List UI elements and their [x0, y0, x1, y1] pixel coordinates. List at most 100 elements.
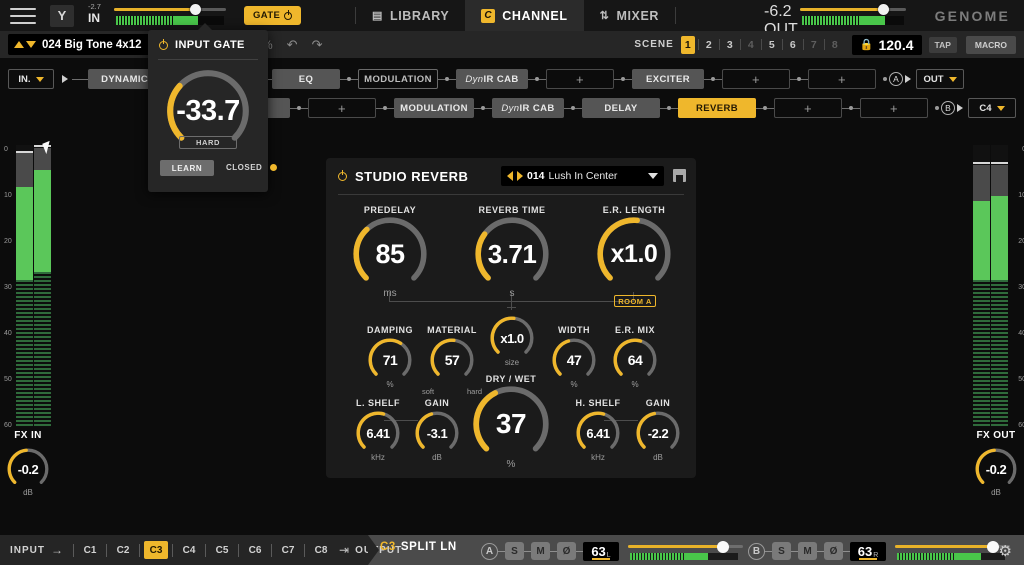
input-slider[interactable] — [114, 5, 226, 13]
power-icon[interactable] — [338, 172, 347, 181]
solo-b-button[interactable]: S — [772, 542, 791, 560]
undo-icon[interactable]: ↶ — [287, 37, 298, 53]
er-mix-knob[interactable]: E.R. MIX 64% — [599, 325, 671, 389]
phase-a-button[interactable]: Ø — [557, 542, 576, 560]
chain-output-selector[interactable]: OUT — [916, 69, 964, 89]
solo-a-button[interactable]: S — [505, 542, 524, 560]
channel-button-c5[interactable]: C5 — [210, 541, 234, 559]
learn-button[interactable]: LEARN — [160, 160, 214, 176]
pan-a-value[interactable]: 63 L — [583, 542, 619, 561]
fader-b[interactable] — [895, 541, 1010, 561]
l-gain-knob[interactable]: GAIN -3.1dB — [402, 398, 472, 462]
bpm-display[interactable]: 🔒 120.4 — [852, 35, 922, 55]
size-knob[interactable]: x1.0size — [489, 313, 535, 367]
pan-b-value[interactable]: 63 R — [850, 542, 886, 561]
preset-up-icon[interactable] — [14, 41, 24, 48]
channel-button-c8[interactable]: C8 — [309, 541, 333, 559]
scene-button-1[interactable]: 1 — [681, 36, 695, 54]
chain-slot-reverb[interactable]: REVERB — [678, 98, 756, 118]
fx-out-knob[interactable]: -0.2dB — [972, 445, 1020, 497]
preset-selector[interactable]: 024 Big Tone 4x12 — [8, 34, 150, 55]
chain-slot-exciter[interactable]: EXCITER — [632, 69, 704, 89]
knob-dial[interactable]: -3.1 — [414, 410, 460, 456]
output-level-control[interactable]: -6.2 OUT — [764, 3, 914, 29]
knob-dial[interactable]: 71 — [367, 337, 413, 383]
chain-slot--[interactable]: + — [722, 69, 790, 89]
chain-slot-eq[interactable]: EQ — [272, 69, 340, 89]
h-gain-knob[interactable]: GAIN -2.2dB — [623, 398, 693, 462]
knob-dial[interactable]: -0.2 — [6, 447, 50, 491]
knob-dial[interactable]: 6.41 — [355, 410, 401, 456]
channel-button-c1[interactable]: C1 — [78, 541, 102, 559]
knob-dial[interactable]: 64 — [612, 337, 658, 383]
scene-button-7[interactable]: 7 — [807, 36, 821, 54]
gate-button[interactable]: GATE — [244, 6, 301, 25]
chain-slot-dynir-cab[interactable]: DynIR CAB — [456, 69, 528, 89]
chain-slot-modulation[interactable]: MODULATION — [358, 69, 438, 89]
chain-slot--[interactable]: + — [860, 98, 928, 118]
knob-dial[interactable]: 37 — [473, 386, 549, 462]
hamburger-icon[interactable] — [10, 8, 36, 24]
chain-slot--[interactable]: + — [546, 69, 614, 89]
scene-button-6[interactable]: 6 — [786, 36, 800, 54]
fx-in-knob[interactable]: -0.2dB — [4, 445, 52, 497]
reverb-time-knob[interactable]: REVERB TIME 3.71s — [473, 205, 551, 299]
scene-button-5[interactable]: 5 — [765, 36, 779, 54]
redo-icon[interactable]: ↷ — [312, 37, 323, 53]
tab-mixer[interactable]: ⇅ MIXER — [584, 0, 675, 31]
channel-button-c3[interactable]: C3 — [144, 541, 168, 559]
chain-slot-delay[interactable]: DELAY — [582, 98, 660, 118]
power-icon[interactable] — [159, 41, 168, 50]
output-slider-knob[interactable] — [878, 4, 889, 15]
fader-a[interactable] — [628, 541, 743, 561]
knob-dial[interactable]: 6.41 — [575, 410, 621, 456]
knob-dial[interactable]: 85 — [353, 217, 427, 291]
channel-button-c7[interactable]: C7 — [276, 541, 300, 559]
preset-down-icon[interactable] — [26, 41, 36, 48]
mute-b-button[interactable]: M — [798, 542, 817, 560]
plugin-preset-selector[interactable]: 014 Lush In Center — [501, 166, 664, 186]
knob-dial[interactable]: -2.2 — [635, 410, 681, 456]
fader-b-knob[interactable] — [987, 541, 999, 553]
mute-a-button[interactable]: M — [531, 542, 550, 560]
phase-b-button[interactable]: Ø — [824, 542, 843, 560]
tab-library[interactable]: ▤ LIBRARY — [356, 0, 465, 31]
scene-button-2[interactable]: 2 — [702, 36, 716, 54]
er-length-knob[interactable]: E.R. LENGTH x1.0 ROOM A — [595, 205, 673, 291]
tap-button[interactable]: TAP — [929, 37, 957, 53]
chain-output-selector[interactable]: C4 — [968, 98, 1016, 118]
knob-dial[interactable]: 47 — [551, 337, 597, 383]
chain-slot--[interactable]: + — [808, 69, 876, 89]
channel-button-c6[interactable]: C6 — [243, 541, 267, 559]
scene-button-4[interactable]: 4 — [744, 36, 758, 54]
input-slider-knob[interactable] — [190, 4, 201, 15]
scene-button-8[interactable]: 8 — [828, 36, 842, 54]
dry-wet-knob[interactable]: DRY / WET 37% — [471, 374, 551, 470]
tab-channel[interactable]: C CHANNEL — [465, 0, 583, 31]
save-icon[interactable] — [673, 169, 686, 182]
predelay-knob[interactable]: PREDELAY 85ms — [351, 205, 429, 299]
knob-dial[interactable]: x1.0 — [597, 217, 671, 291]
bus-marker-a[interactable]: A — [889, 72, 903, 86]
chain-slot-dynir-cab[interactable]: DynIR CAB — [492, 98, 564, 118]
knob-dial[interactable]: x1.0 — [489, 315, 535, 361]
preset-next-icon[interactable] — [517, 171, 523, 181]
chain-input-selector[interactable]: IN. — [8, 69, 54, 89]
bus-a-button[interactable]: A — [481, 543, 498, 560]
output-slider[interactable] — [800, 5, 906, 13]
knob-dial[interactable]: 57 — [429, 337, 475, 383]
bus-marker-b[interactable]: B — [941, 101, 955, 115]
scene-button-3[interactable]: 3 — [723, 36, 737, 54]
channel-button-c2[interactable]: C2 — [111, 541, 135, 559]
macro-button[interactable]: MACRO — [966, 36, 1016, 54]
fader-a-knob[interactable] — [717, 541, 729, 553]
bus-b-button[interactable]: B — [748, 543, 765, 560]
gear-icon[interactable]: ⚙ — [999, 542, 1012, 560]
chain-slot-modulation[interactable]: MODULATION — [394, 98, 474, 118]
gate-mode-tag[interactable]: HARD — [179, 136, 237, 149]
knob-dial[interactable]: 3.71 — [475, 217, 549, 291]
chevron-down-icon[interactable] — [648, 173, 658, 179]
channel-button-c4[interactable]: C4 — [177, 541, 201, 559]
preset-prev-icon[interactable] — [507, 171, 513, 181]
preset-arrows[interactable] — [14, 41, 36, 48]
